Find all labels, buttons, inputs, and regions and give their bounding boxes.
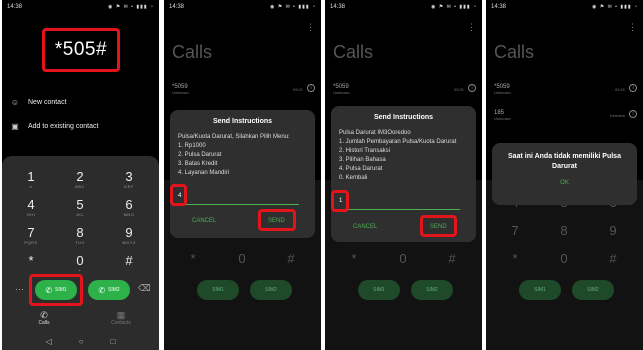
page-title: Calls: [333, 42, 374, 62]
dialpad-toggle-icon[interactable]: ⋯: [15, 284, 24, 295]
ok-button[interactable]: OK: [502, 180, 627, 186]
send-highlight: [420, 215, 457, 237]
add-existing-contact-option[interactable]: ▣ Add to existing contact: [10, 121, 98, 131]
tab-contacts[interactable]: ▦ Contacts: [106, 310, 136, 326]
call-log-item[interactable]: *5059 Unknown 09:21 i: [172, 84, 315, 104]
key-5[interactable]: 5 JKL: [60, 198, 100, 218]
result-alert-dialog: Saat ini Anda tidak memiliki Pulsa Darur…: [492, 143, 637, 205]
key-0[interactable]: 0 +: [60, 254, 100, 274]
call-sim2-button[interactable]: SIM2: [250, 280, 292, 300]
page-title: Calls: [494, 42, 535, 62]
status-icons: ◉ ⚑ ✉ • ▮▮▮ ◔: [107, 4, 154, 10]
backspace-icon[interactable]: ⌫: [138, 283, 151, 294]
info-icon[interactable]: i: [307, 84, 315, 92]
key-7[interactable]: 7 PQRS: [11, 226, 51, 246]
call-log-item[interactable]: 185 Unknown Kemarin i: [494, 110, 637, 130]
page-title: Calls: [172, 42, 213, 62]
input-highlight: [331, 190, 349, 212]
key-8[interactable]: 8 TUV: [60, 226, 100, 246]
key-2[interactable]: 2 ABC: [60, 170, 100, 190]
calls-screen-submenu: 14:38 ◉ ⚑ ✉ • ▮▮▮ ◔ ⋮ Calls *5059 Unknow…: [325, 0, 482, 350]
ussd-code-highlight: *505#: [42, 28, 120, 72]
call-sim2-button[interactable]: SIM2: [411, 280, 453, 300]
contacts-tab-icon: ▦: [116, 310, 126, 320]
status-bar: 14:38 ◉ ⚑ ✉ • ▮▮▮ ◔: [330, 4, 477, 10]
system-nav-bar: ◁ ○ □: [2, 337, 159, 346]
recents-icon[interactable]: □: [111, 337, 116, 346]
phone-tab-icon: ✆: [40, 310, 48, 320]
ussd-code-display: *505#: [54, 39, 108, 60]
status-time: 14:38: [7, 4, 23, 10]
person-add-icon: ☺: [10, 97, 20, 107]
call-sim1-button[interactable]: SIM1: [519, 280, 561, 300]
key-hash[interactable]: #: [109, 254, 149, 268]
dialog-title: Send Instructions: [373, 114, 434, 121]
cancel-button[interactable]: CANCEL: [192, 218, 216, 224]
call-sim2-button[interactable]: SIM2: [572, 280, 614, 300]
more-options-icon[interactable]: ⋮: [306, 22, 315, 33]
new-contact-label: New contact: [28, 98, 67, 106]
key-4[interactable]: 4 GHI: [11, 198, 51, 218]
call-log-item[interactable]: *5059 Unknown 09:21 i: [494, 84, 637, 104]
info-icon[interactable]: i: [629, 84, 637, 92]
more-options-icon[interactable]: ⋮: [628, 22, 637, 33]
sim1-highlight: [29, 274, 83, 306]
key-9[interactable]: 9 WXYZ: [109, 226, 149, 246]
key-star[interactable]: *: [11, 254, 51, 268]
status-bar: 14:38 ◉ ⚑ ✉ • ▮▮▮ ◔: [169, 4, 316, 10]
send-highlight: [258, 209, 296, 231]
calls-screen-result: 14:38 ◉ ⚑ ✉ • ▮▮▮ ◔ ⋮ Calls *5059 Unknow…: [486, 0, 643, 350]
alert-message: Saat ini Anda tidak memiliki Pulsa Darur…: [508, 153, 621, 170]
add-existing-contact-label: Add to existing contact: [28, 122, 99, 130]
key-3[interactable]: 3 DEF: [109, 170, 149, 190]
dialog-title: Send Instructions: [212, 118, 273, 125]
home-icon[interactable]: ○: [79, 337, 84, 346]
back-icon[interactable]: ◁: [46, 337, 52, 346]
call-sim1-button[interactable]: SIM1: [197, 280, 239, 300]
status-bar: 14:38 ◉ ⚑ ✉ • ▮▮▮ ◔: [2, 0, 159, 14]
new-contact-option[interactable]: ☺ New contact: [10, 97, 67, 107]
status-bar: 14:38 ◉ ⚑ ✉ • ▮▮▮ ◔: [491, 4, 638, 10]
call-sim2-button[interactable]: ✆ SIM2: [88, 280, 130, 300]
key-6[interactable]: 6 MNO: [109, 198, 149, 218]
more-options-icon[interactable]: ⋮: [467, 22, 476, 33]
phone-icon: ✆: [98, 285, 106, 295]
key-1[interactable]: 1 ∞: [11, 170, 51, 190]
info-icon[interactable]: i: [629, 110, 637, 118]
calls-screen-menu: 14:38 ◉ ⚑ ✉ • ▮▮▮ ◔ ⋮ Calls *5059 Unknow…: [164, 0, 321, 350]
input-highlight: [170, 184, 187, 206]
call-log-item[interactable]: *5059 Unknown 09:21 i: [333, 84, 476, 104]
info-icon[interactable]: i: [468, 84, 476, 92]
tab-calls[interactable]: ✆ Calls: [32, 310, 56, 326]
cancel-button[interactable]: CANCEL: [353, 224, 377, 230]
call-sim1-button[interactable]: SIM1: [358, 280, 400, 300]
contact-card-icon: ▣: [11, 121, 19, 131]
dialer-screen: 14:38 ◉ ⚑ ✉ • ▮▮▮ ◔ *505# ☺ New contact …: [2, 0, 159, 350]
